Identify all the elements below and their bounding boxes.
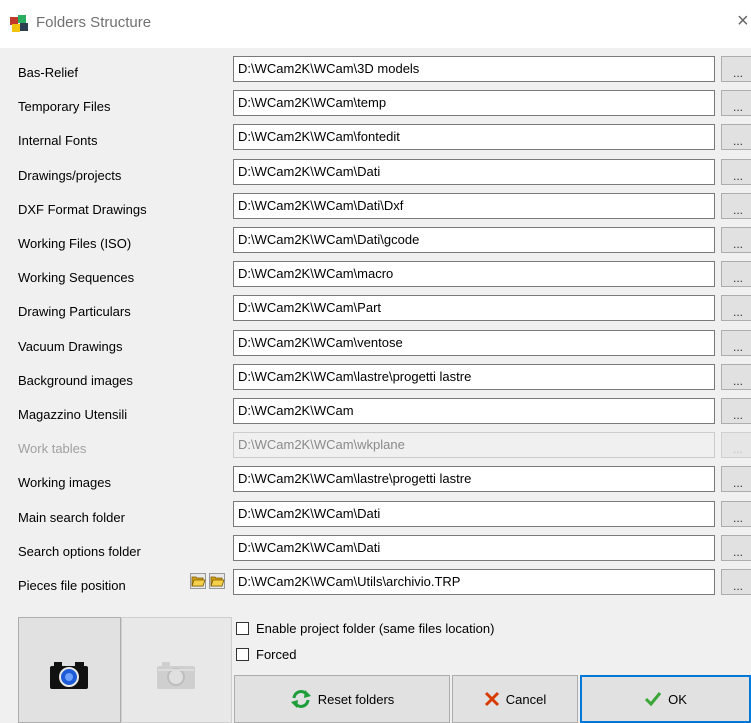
folder-path-field[interactable]: D:\WCam2K\WCam\Dati [233, 159, 715, 185]
folder-row: Drawings/projects D:\WCam2K\WCam\Dati... [0, 159, 751, 189]
folder-path-field[interactable]: D:\WCam2K\WCam\Utils\archivio.TRP [233, 569, 715, 595]
browse-button[interactable]: ... [721, 398, 751, 424]
ok-label: OK [668, 691, 687, 707]
folder-label: Pieces file position [18, 578, 126, 593]
browse-button[interactable]: ... [721, 193, 751, 219]
browse-button[interactable]: ... [721, 501, 751, 527]
folder-row: Vacuum Drawings D:\WCam2K\WCam\ventose... [0, 330, 751, 360]
folder-label: Background images [18, 373, 133, 388]
app-icon [10, 15, 28, 32]
forced-label: Forced [256, 647, 297, 662]
browse-button[interactable]: ... [721, 56, 751, 82]
folder-label: Working images [18, 475, 111, 490]
folder-path-field[interactable]: D:\WCam2K\WCam\Dati [233, 535, 715, 561]
browse-button[interactable]: ... [721, 90, 751, 116]
browse-button[interactable]: ... [721, 295, 751, 321]
folder-row: Working Files (ISO) D:\WCam2K\WCam\Dati\g… [0, 227, 751, 257]
folder-label: Drawings/projects [18, 168, 122, 183]
close-icon[interactable]: × [737, 10, 751, 33]
browse-button[interactable]: ... [721, 466, 751, 492]
folder-row: Background images D:\WCam2K\WCam\lastre\p… [0, 364, 751, 394]
folder-row: Work tables D:\WCam2K\WCam\wkplane... [0, 432, 751, 462]
folder-row: DXF Format Drawings D:\WCam2K\WCam\Dati\D… [0, 193, 751, 223]
folder-label: Working Files (ISO) [18, 236, 132, 251]
folder-label: Search options folder [18, 544, 141, 559]
folder-row: Search options folder D:\WCam2K\WCam\Dati… [0, 535, 751, 565]
folder-path-field[interactable]: D:\WCam2K\WCam\wkplane [233, 432, 715, 458]
open-folder-icon[interactable] [209, 573, 225, 589]
browse-button[interactable]: ... [721, 330, 751, 356]
camera-disabled-icon [157, 662, 195, 689]
folder-path-field[interactable]: D:\WCam2K\WCam\macro [233, 261, 715, 287]
folder-path-field[interactable]: D:\WCam2K\WCam\fontedit [233, 124, 715, 150]
folder-row: Drawing Particulars D:\WCam2K\WCam\Part..… [0, 295, 751, 325]
browse-button[interactable]: ... [721, 261, 751, 287]
folder-label: Work tables [18, 441, 87, 456]
open-folder-icon[interactable] [190, 573, 206, 589]
browse-button[interactable]: ... [721, 535, 751, 561]
folder-label: Main search folder [18, 510, 125, 525]
folder-label: Drawing Particulars [18, 304, 131, 319]
camera-disabled-button[interactable] [121, 617, 232, 723]
folder-path-field[interactable]: D:\WCam2K\WCam\lastre\progetti lastre [233, 364, 715, 390]
refresh-icon [290, 690, 311, 708]
folder-path-field[interactable]: D:\WCam2K\WCam [233, 398, 715, 424]
cancel-label: Cancel [505, 691, 547, 707]
cancel-button[interactable]: Cancel [452, 675, 578, 723]
folder-path-field[interactable]: D:\WCam2K\WCam\3D models [233, 56, 715, 82]
folder-path-field[interactable]: D:\WCam2K\WCam\ventose [233, 330, 715, 356]
camera-icon [50, 662, 88, 689]
folder-path-field[interactable]: D:\WCam2K\WCam\temp [233, 90, 715, 116]
folder-row: Working images D:\WCam2K\WCam\lastre\prog… [0, 466, 751, 496]
folder-path-field[interactable]: D:\WCam2K\WCam\Dati\Dxf [233, 193, 715, 219]
camera-button[interactable] [18, 617, 121, 723]
x-icon [484, 691, 499, 707]
folder-row: Magazzino Utensili D:\WCam2K\WCam... [0, 398, 751, 428]
reset-folders-button[interactable]: Reset folders [234, 675, 450, 723]
checkmark-icon [645, 692, 662, 707]
folder-label: Internal Fonts [18, 133, 98, 148]
folder-path-field[interactable]: D:\WCam2K\WCam\Dati\gcode [233, 227, 715, 253]
window-title: Folders Structure [36, 14, 152, 31]
forced-checkbox[interactable] [236, 648, 249, 661]
enable-project-folder-checkbox[interactable] [236, 622, 249, 635]
folder-label: Bas-Relief [18, 65, 78, 80]
browse-button[interactable]: ... [721, 124, 751, 150]
folder-row: Main search folder D:\WCam2K\WCam\Dati... [0, 501, 751, 531]
folder-label: DXF Format Drawings [18, 202, 147, 217]
folder-label: Magazzino Utensili [18, 407, 128, 422]
folder-row: Internal Fonts D:\WCam2K\WCam\fontedit... [0, 124, 751, 154]
folder-row: Pieces file position D:\WCam2K\WCam\Utils… [0, 569, 751, 599]
folder-label: Temporary Files [18, 99, 111, 114]
ok-button[interactable]: OK [580, 675, 751, 723]
folder-row: Working Sequences D:\WCam2K\WCam\macro... [0, 261, 751, 291]
folder-label: Working Sequences [18, 270, 135, 285]
browse-button[interactable]: ... [721, 432, 751, 458]
folder-path-field[interactable]: D:\WCam2K\WCam\Part [233, 295, 715, 321]
browse-button[interactable]: ... [721, 569, 751, 595]
folder-row: Bas-Relief D:\WCam2K\WCam\3D models... [0, 56, 751, 86]
enable-project-folder-label: Enable project folder (same files locati… [256, 621, 495, 636]
folder-path-field[interactable]: D:\WCam2K\WCam\Dati [233, 501, 715, 527]
folder-label: Vacuum Drawings [18, 339, 123, 354]
folder-row: Temporary Files D:\WCam2K\WCam\temp... [0, 90, 751, 120]
folder-path-field[interactable]: D:\WCam2K\WCam\lastre\progetti lastre [233, 466, 715, 492]
reset-folders-label: Reset folders [317, 691, 395, 707]
browse-button[interactable]: ... [721, 227, 751, 253]
title-bar: Folders Structure × [0, 0, 751, 48]
browse-button[interactable]: ... [721, 159, 751, 185]
browse-button[interactable]: ... [721, 364, 751, 390]
